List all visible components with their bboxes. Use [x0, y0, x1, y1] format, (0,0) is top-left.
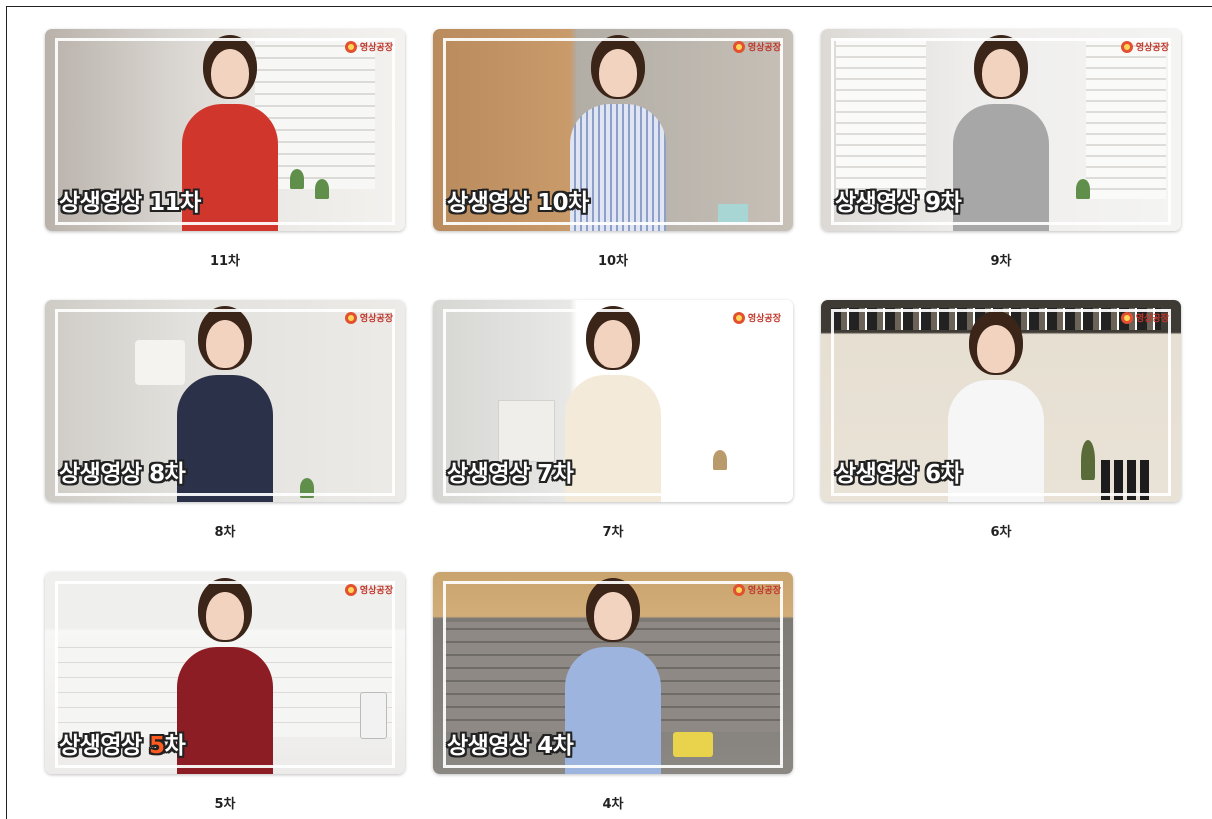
video-thumbnail[interactable]: 영상공장 상생영상 9차 [821, 29, 1181, 231]
logo-icon [732, 40, 745, 53]
logo-icon [1120, 40, 1133, 53]
logo-badge: 영상공장 [344, 311, 393, 324]
video-caption[interactable]: 10차 [433, 250, 793, 269]
video-caption[interactable]: 8차 [45, 521, 405, 540]
video-card-7[interactable]: 영상공장 상생영상 7차 7차 [433, 300, 793, 540]
thumbnail-title: 상생영상 8차 [59, 461, 186, 487]
video-card-6[interactable]: 영상공장 상생영상 6차 6차 [821, 300, 1181, 540]
video-card-4[interactable]: 영상공장 상생영상 4차 4차 [433, 572, 793, 812]
logo-icon [344, 40, 357, 53]
logo-icon [732, 583, 745, 596]
video-thumbnail[interactable]: 영상공장 상생영상 7차 [433, 300, 793, 502]
logo-icon [732, 311, 745, 324]
video-caption[interactable]: 9차 [821, 250, 1181, 269]
logo-text: 영상공장 [747, 314, 781, 324]
video-card-11[interactable]: 영상공장 상생영상 11차 11차 [45, 29, 405, 269]
logo-text: 영상공장 [1135, 314, 1169, 324]
logo-badge: 영상공장 [732, 40, 781, 53]
thumbnail-title: 상생영상 9차 [835, 190, 962, 216]
video-card-9[interactable]: 영상공장 상생영상 9차 9차 [821, 29, 1181, 269]
video-caption[interactable]: 5차 [45, 793, 405, 812]
video-thumbnail[interactable]: 영상공장 상생영상 10차 [433, 29, 793, 231]
video-thumbnail[interactable]: 영상공장 상생영상 4차 [433, 572, 793, 774]
thumbnail-title: 상생영상 5차 [59, 733, 186, 759]
video-thumbnail[interactable]: 영상공장 상생영상 11차 [45, 29, 405, 231]
logo-badge: 영상공장 [732, 311, 781, 324]
thumbnail-title: 상생영상 4차 [447, 733, 574, 759]
logo-text: 영상공장 [1135, 43, 1169, 53]
logo-text: 영상공장 [747, 43, 781, 53]
logo-text: 영상공장 [359, 586, 393, 596]
logo-badge: 영상공장 [344, 40, 393, 53]
video-card-8[interactable]: 영상공장 상생영상 8차 8차 [45, 300, 405, 540]
thumbnail-title: 상생영상 6차 [835, 461, 962, 487]
logo-badge: 영상공장 [1120, 40, 1169, 53]
logo-text: 영상공장 [747, 586, 781, 596]
video-caption[interactable]: 11차 [45, 250, 405, 269]
logo-icon [1120, 311, 1133, 324]
video-thumbnail[interactable]: 영상공장 상생영상 6차 [821, 300, 1181, 502]
thumbnail-title: 상생영상 7차 [447, 461, 574, 487]
video-caption[interactable]: 4차 [433, 793, 793, 812]
logo-text: 영상공장 [359, 314, 393, 324]
video-card-5[interactable]: 영상공장 상생영상 5차 5차 [45, 572, 405, 812]
thumbnail-title: 상생영상 11차 [59, 190, 201, 216]
video-caption[interactable]: 7차 [433, 521, 793, 540]
video-thumbnail[interactable]: 영상공장 상생영상 8차 [45, 300, 405, 502]
logo-badge: 영상공장 [732, 583, 781, 596]
logo-icon [344, 311, 357, 324]
logo-icon [344, 583, 357, 596]
logo-badge: 영상공장 [344, 583, 393, 596]
video-card-10[interactable]: 영상공장 상생영상 10차 10차 [433, 29, 793, 269]
logo-badge: 영상공장 [1120, 311, 1169, 324]
thumbnail-title: 상생영상 10차 [447, 190, 589, 216]
video-caption[interactable]: 6차 [821, 521, 1181, 540]
video-thumbnail[interactable]: 영상공장 상생영상 5차 [45, 572, 405, 774]
logo-text: 영상공장 [359, 43, 393, 53]
